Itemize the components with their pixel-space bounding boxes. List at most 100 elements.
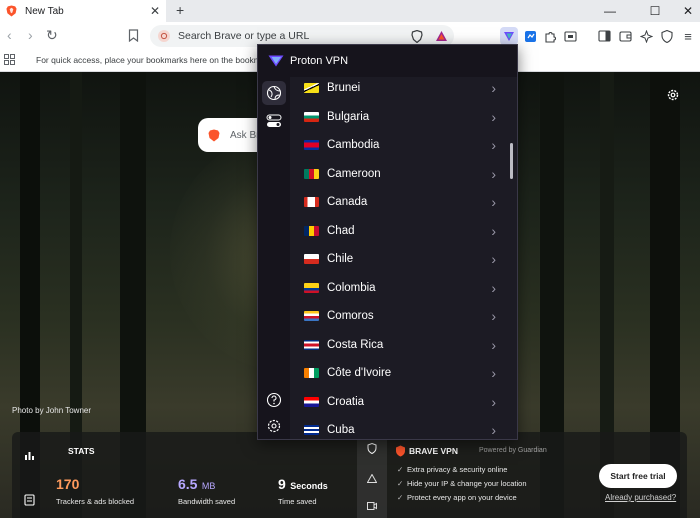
chile-flag-icon bbox=[304, 254, 319, 265]
country-row[interactable]: Chile › bbox=[290, 245, 506, 274]
chevron-right-icon[interactable]: › bbox=[491, 337, 496, 353]
brave-vpn-icon[interactable] bbox=[659, 28, 675, 44]
news-icon[interactable] bbox=[24, 494, 35, 506]
country-list: Brunei › Bulgaria › Cambodia › Cameroon › Canada… bbox=[290, 77, 506, 439]
country-name: Cuba bbox=[327, 424, 355, 437]
countries-globe-button[interactable] bbox=[262, 81, 286, 105]
country-row[interactable]: Canada › bbox=[290, 188, 506, 217]
country-row[interactable]: Croatia › bbox=[290, 388, 506, 417]
chevron-right-icon[interactable]: › bbox=[491, 223, 496, 239]
globe-icon bbox=[266, 85, 282, 101]
brunei-flag-icon bbox=[304, 83, 319, 94]
new-tab-button[interactable]: + bbox=[176, 2, 184, 18]
country-list-scrollbar[interactable] bbox=[509, 79, 515, 435]
croatia-flag-icon bbox=[304, 396, 319, 407]
stat-label: Trackers & ads blocked bbox=[56, 497, 135, 506]
stats-title: STATS bbox=[68, 446, 95, 456]
brave-rewards-icon[interactable] bbox=[433, 28, 449, 44]
brave-vpn-title: BRAVE VPN bbox=[409, 446, 458, 456]
start-free-trial-button[interactable]: Start free trial bbox=[599, 464, 677, 488]
proton-vpn-extension-icon[interactable] bbox=[500, 27, 518, 45]
close-tab-icon[interactable]: ✕ bbox=[150, 4, 160, 18]
search-placeholder: Ask Br bbox=[230, 129, 260, 141]
country-name: Bulgaria bbox=[327, 110, 370, 123]
chad-flag-icon bbox=[304, 225, 319, 236]
country-row[interactable]: Comoros › bbox=[290, 302, 506, 331]
chevron-right-icon[interactable]: › bbox=[491, 80, 496, 96]
chevron-right-icon[interactable]: › bbox=[491, 394, 496, 410]
stat-trackers: 170 Trackers & ads blocked bbox=[56, 476, 134, 506]
sidebar-toggle-icon[interactable] bbox=[596, 28, 612, 44]
chevron-right-icon[interactable]: › bbox=[491, 280, 496, 296]
bookmark-icon[interactable] bbox=[128, 29, 139, 42]
menu-icon[interactable]: ≡ bbox=[680, 28, 696, 44]
settings-gear-icon bbox=[267, 419, 281, 433]
chevron-right-icon[interactable]: › bbox=[491, 109, 496, 125]
settings-button[interactable] bbox=[262, 414, 286, 438]
country-name: Chad bbox=[327, 224, 355, 237]
extensions-puzzle-icon[interactable] bbox=[542, 28, 558, 44]
country-row[interactable]: Chad › bbox=[290, 217, 506, 246]
chevron-right-icon[interactable]: › bbox=[491, 166, 496, 182]
country-row[interactable]: Cambodia › bbox=[290, 131, 506, 160]
powered-by-guardian: Powered by Guardian bbox=[479, 447, 547, 454]
video-icon[interactable] bbox=[367, 502, 377, 510]
bulgaria-flag-icon bbox=[304, 111, 319, 122]
stats-panel: STATS 170 Trackers & ads blocked 6.5 MB … bbox=[12, 432, 687, 518]
brave-vpn-logo-icon bbox=[396, 445, 405, 457]
country-row[interactable]: Cameroon › bbox=[290, 160, 506, 189]
check-icon: ✓ bbox=[397, 465, 404, 474]
country-row[interactable]: Côte d'Ivoire › bbox=[290, 359, 506, 388]
help-button[interactable] bbox=[262, 388, 286, 412]
stat-unit: MB bbox=[201, 481, 216, 491]
stat-label: Bandwidth saved bbox=[178, 497, 236, 506]
rewards-triangle-icon[interactable] bbox=[367, 474, 377, 483]
vpn-shield-icon[interactable] bbox=[367, 443, 377, 454]
proton-title: Proton VPN bbox=[290, 55, 349, 67]
wallet-icon[interactable] bbox=[617, 28, 633, 44]
cuba-flag-icon bbox=[304, 425, 319, 436]
settings-gear-icon[interactable] bbox=[666, 88, 680, 102]
country-name: Cameroon bbox=[327, 167, 381, 180]
chevron-right-icon[interactable]: › bbox=[491, 308, 496, 324]
chevron-right-icon[interactable]: › bbox=[491, 194, 496, 210]
country-name: Comoros bbox=[327, 310, 374, 323]
vpn-feature: ✓ Protect every app on your device bbox=[397, 493, 517, 502]
country-name: Canada bbox=[327, 196, 368, 209]
stat-time: 9 Seconds Time saved bbox=[278, 476, 328, 506]
extension-icon-1[interactable] bbox=[522, 28, 538, 44]
reload-icon[interactable]: ↻ bbox=[46, 27, 58, 44]
check-icon: ✓ bbox=[397, 479, 404, 488]
country-row[interactable]: Brunei › bbox=[290, 77, 506, 103]
brave-shields-icon[interactable] bbox=[409, 28, 425, 44]
back-icon[interactable]: ‹ bbox=[7, 27, 12, 43]
chevron-right-icon[interactable]: › bbox=[491, 137, 496, 153]
chevron-right-icon[interactable]: › bbox=[491, 251, 496, 267]
stat-label: Time saved bbox=[278, 497, 317, 506]
country-row[interactable]: Bulgaria › bbox=[290, 103, 506, 132]
vpn-feature-text: Protect every app on your device bbox=[407, 493, 517, 502]
settings-toggles-button[interactable] bbox=[262, 109, 286, 133]
proton-vpn-logo-icon bbox=[268, 55, 284, 67]
country-row[interactable]: Cuba › bbox=[290, 416, 506, 439]
country-row[interactable]: Colombia › bbox=[290, 274, 506, 303]
tab-capture-icon[interactable] bbox=[562, 28, 578, 44]
leo-ai-icon[interactable] bbox=[638, 28, 654, 44]
stats-chart-icon[interactable] bbox=[24, 450, 35, 461]
vpn-feature: ✓ Hide your IP & change your location bbox=[397, 479, 527, 488]
tab-new-tab[interactable]: New Tab ✕ bbox=[0, 0, 166, 22]
scrollbar-thumb[interactable] bbox=[510, 143, 513, 179]
chevron-right-icon[interactable]: › bbox=[491, 422, 496, 438]
proton-header: Proton VPN bbox=[258, 45, 517, 77]
url-input[interactable]: Search Brave or type a URL bbox=[178, 30, 309, 42]
canada-flag-icon bbox=[304, 197, 319, 208]
site-info-icon[interactable] bbox=[158, 30, 170, 42]
forward-icon[interactable]: › bbox=[28, 27, 33, 43]
chevron-right-icon[interactable]: › bbox=[491, 365, 496, 381]
apps-grid-icon[interactable] bbox=[4, 54, 15, 65]
country-row[interactable]: Costa Rica › bbox=[290, 331, 506, 360]
already-purchased-link[interactable]: Already purchased? bbox=[605, 493, 676, 502]
close-window-button[interactable]: ✕ bbox=[668, 0, 700, 22]
minimize-button[interactable]: — bbox=[590, 0, 630, 22]
vpn-widget-switcher bbox=[357, 432, 387, 518]
